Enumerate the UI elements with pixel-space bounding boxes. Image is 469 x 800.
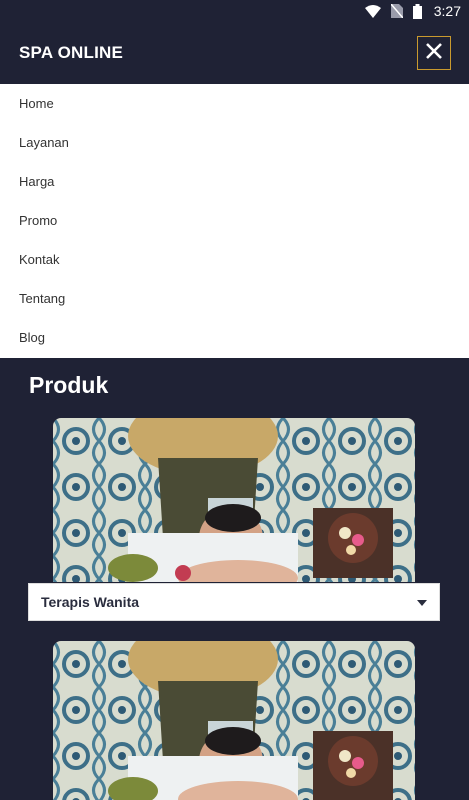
menu-item-promo[interactable]: Promo (0, 201, 469, 240)
caret-down-icon (417, 593, 427, 611)
menu-item-layanan[interactable]: Layanan (0, 123, 469, 162)
clock: 3:27 (433, 3, 461, 19)
brand-title[interactable]: SPA ONLINE (19, 43, 123, 63)
menu-item-harga[interactable]: Harga (0, 162, 469, 201)
battery-icon (412, 3, 422, 19)
product-image[interactable] (53, 641, 415, 800)
wifi-icon (364, 4, 381, 18)
menu-item-kontak[interactable]: Kontak (0, 240, 469, 279)
menu-item-tentang[interactable]: Tentang (0, 279, 469, 318)
close-icon (425, 42, 443, 65)
therapist-select[interactable]: Terapis Wanita (28, 583, 440, 621)
menu-item-blog[interactable]: Blog (0, 318, 469, 357)
status-bar: 3:27 (0, 0, 469, 22)
product-image[interactable] (53, 418, 415, 582)
close-menu-button[interactable] (417, 36, 451, 70)
app-header: SPA ONLINE (0, 22, 469, 84)
no-sim-icon (390, 4, 403, 18)
menu-item-home[interactable]: Home (0, 84, 469, 123)
select-value: Terapis Wanita (41, 594, 140, 610)
nav-menu: Home Layanan Harga Promo Kontak Tentang … (0, 84, 469, 358)
section-title: Produk (29, 372, 109, 398)
